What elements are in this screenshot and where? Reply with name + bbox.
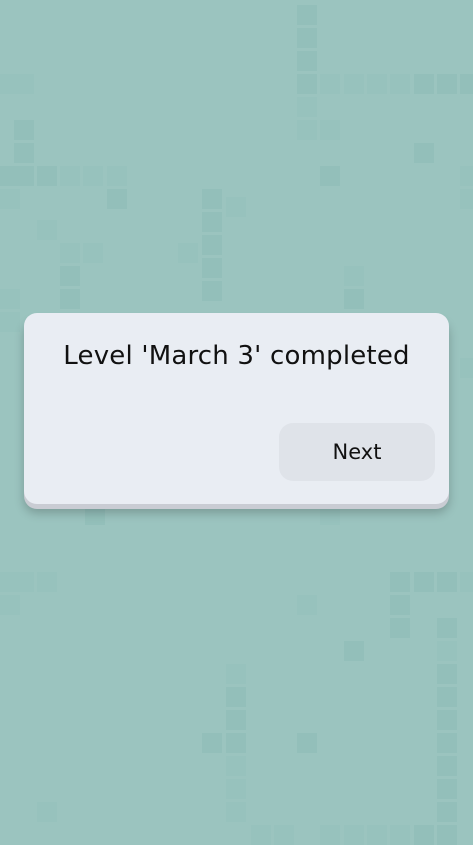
board-tile xyxy=(274,825,294,845)
board-tile xyxy=(414,825,434,845)
board-tile xyxy=(0,289,20,309)
board-tile xyxy=(226,802,246,822)
board-tile xyxy=(437,572,457,592)
board-tile xyxy=(437,710,457,730)
board-tile xyxy=(460,189,473,209)
board-tile xyxy=(390,74,410,94)
board-tile xyxy=(0,166,20,186)
board-tile xyxy=(37,572,57,592)
next-button[interactable]: Next xyxy=(279,423,435,481)
board-tile xyxy=(60,166,80,186)
board-tile xyxy=(107,166,127,186)
board-tile xyxy=(320,74,340,94)
board-tile xyxy=(437,74,457,94)
board-tile xyxy=(14,74,34,94)
level-complete-dialog: Level 'March 3' completed Next xyxy=(24,313,449,504)
board-tile xyxy=(390,595,410,615)
board-tile xyxy=(437,825,457,845)
board-tile xyxy=(320,166,340,186)
board-tile xyxy=(14,572,34,592)
board-tile xyxy=(344,641,364,661)
level-complete-message: Level 'March 3' completed xyxy=(63,341,410,371)
board-tile xyxy=(460,572,473,592)
board-tile xyxy=(297,5,317,25)
board-tile xyxy=(414,74,434,94)
board-tile xyxy=(297,595,317,615)
board-tile xyxy=(37,802,57,822)
board-tile xyxy=(460,358,473,378)
board-tile xyxy=(297,51,317,71)
board-tile xyxy=(0,572,20,592)
board-tile xyxy=(437,641,457,661)
board-tile xyxy=(226,756,246,776)
board-tile xyxy=(202,281,222,301)
board-tile xyxy=(85,505,105,525)
board-tile xyxy=(37,166,57,186)
board-tile xyxy=(107,189,127,209)
board-tile xyxy=(297,733,317,753)
board-tile xyxy=(14,120,34,140)
board-tile xyxy=(178,243,198,263)
board-tile xyxy=(437,756,457,776)
board-tile xyxy=(437,802,457,822)
board-tile xyxy=(320,825,340,845)
board-tile xyxy=(460,166,473,186)
board-tile xyxy=(320,505,340,525)
board-tile xyxy=(60,289,80,309)
board-tile xyxy=(437,779,457,799)
board-tile xyxy=(344,289,364,309)
board-tile xyxy=(226,664,246,684)
board-tile xyxy=(297,120,317,140)
board-tile xyxy=(60,266,80,286)
board-tile xyxy=(0,595,20,615)
board-tile xyxy=(14,166,34,186)
board-tile xyxy=(344,266,364,286)
board-tile xyxy=(390,825,410,845)
board-tile xyxy=(83,166,103,186)
board-tile xyxy=(202,258,222,278)
board-tile xyxy=(297,28,317,48)
board-tile xyxy=(437,733,457,753)
board-tile xyxy=(367,74,387,94)
board-tile xyxy=(414,572,434,592)
board-tile xyxy=(37,220,57,240)
board-tile xyxy=(0,312,20,332)
board-tile xyxy=(226,710,246,730)
board-tile xyxy=(83,243,103,263)
board-tile xyxy=(0,189,20,209)
board-tile xyxy=(202,212,222,232)
board-tile xyxy=(14,143,34,163)
board-tile xyxy=(202,189,222,209)
board-tile xyxy=(344,825,364,845)
board-tile xyxy=(202,733,222,753)
board-tile xyxy=(390,618,410,638)
board-tile xyxy=(437,687,457,707)
board-tile xyxy=(414,143,434,163)
board-tile xyxy=(367,825,387,845)
board-tile xyxy=(460,74,473,94)
board-tile xyxy=(251,825,271,845)
board-tile xyxy=(226,197,246,217)
board-tile xyxy=(202,235,222,255)
board-tile xyxy=(226,779,246,799)
board-tile xyxy=(437,618,457,638)
board-tile xyxy=(297,97,317,117)
board-tile xyxy=(437,664,457,684)
board-tile xyxy=(297,74,317,94)
board-tile xyxy=(226,733,246,753)
board-tile xyxy=(0,74,20,94)
board-tile xyxy=(344,74,364,94)
board-tile xyxy=(226,687,246,707)
board-tile xyxy=(60,243,80,263)
board-tile xyxy=(320,120,340,140)
board-tile xyxy=(390,572,410,592)
